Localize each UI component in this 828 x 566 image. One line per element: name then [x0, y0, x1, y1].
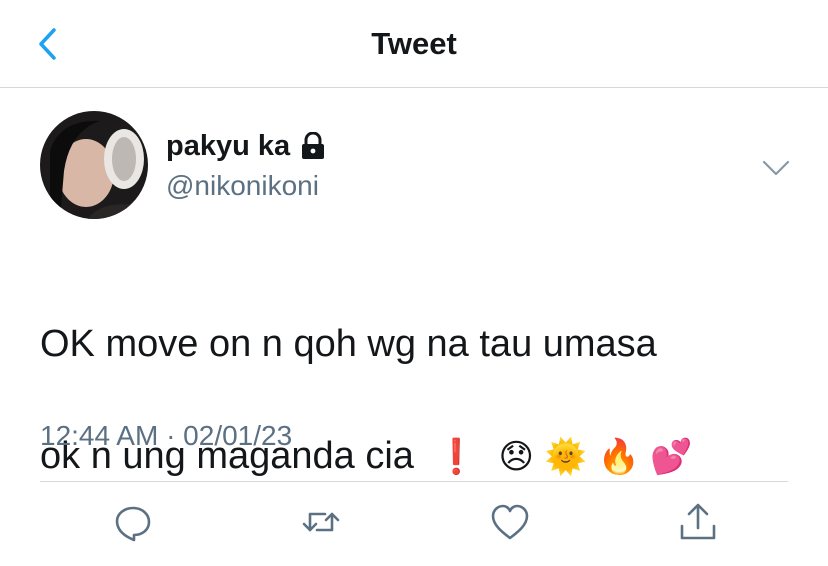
two-hearts-emoji: 💕	[650, 437, 693, 477]
divider	[40, 481, 788, 482]
author-handle[interactable]: @nikonikoni	[166, 168, 319, 204]
reply-button[interactable]	[111, 500, 155, 544]
more-options-button[interactable]	[758, 150, 794, 186]
top-navigation-bar: Tweet	[0, 0, 828, 88]
fire-emoji: 🔥	[597, 437, 640, 477]
retweet-icon	[302, 512, 340, 532]
author-display-name[interactable]: pakyu ka	[166, 128, 326, 164]
tweet-text-line-1: OK move on n qoh wg na tau umasa	[40, 323, 657, 365]
reply-icon	[115, 506, 151, 542]
sun-with-face-emoji: 🌞	[544, 437, 587, 477]
exclamation-emoji: ❗	[435, 437, 478, 477]
share-button[interactable]	[676, 500, 720, 544]
page-title: Tweet	[371, 26, 457, 61]
tweet-action-bar	[0, 500, 828, 550]
share-icon	[680, 503, 716, 540]
display-name-text: pakyu ka	[166, 130, 291, 162]
retweet-button[interactable]	[299, 500, 343, 544]
profile-photo	[40, 111, 148, 219]
avatar[interactable]	[40, 111, 148, 219]
tweet-text: OK move on n qoh wg na tau umasa ok n un…	[40, 260, 800, 541]
tweet-timestamp[interactable]: 12:44 AM · 02/01/23	[40, 418, 292, 454]
chevron-down-icon	[762, 160, 790, 176]
like-button[interactable]	[488, 500, 532, 544]
lock-icon	[302, 132, 325, 159]
like-icon	[491, 504, 529, 540]
disappointed-face-emoji: 😞	[498, 437, 534, 477]
